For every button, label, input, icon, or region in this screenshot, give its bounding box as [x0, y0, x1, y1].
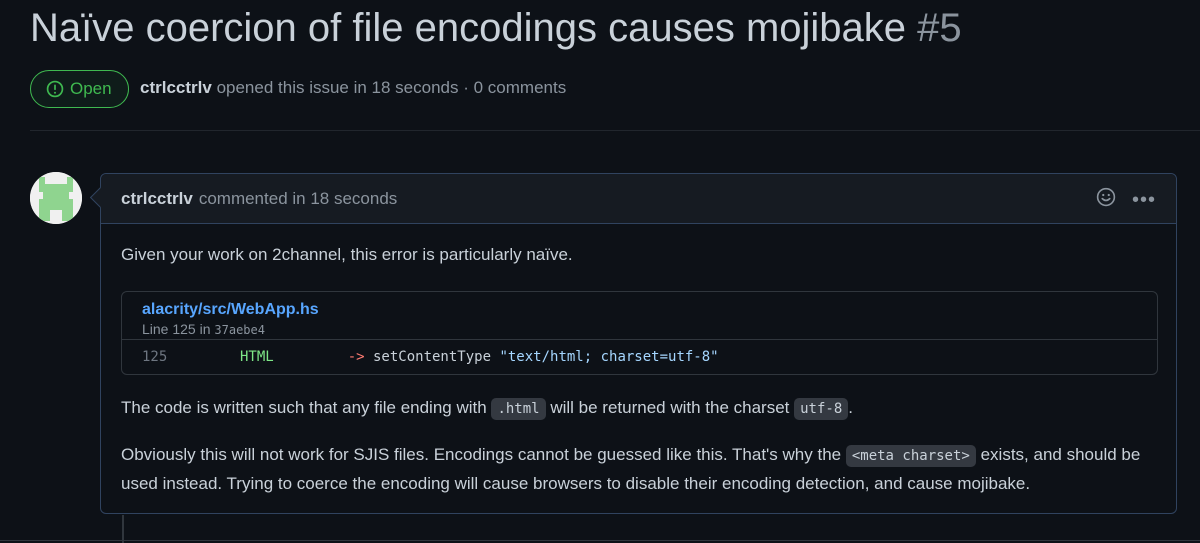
code-token-function: setContentType [364, 348, 500, 365]
smiley-icon[interactable] [1096, 187, 1116, 212]
issue-title-text: Naïve coercion of file encodings causes … [30, 6, 907, 50]
avatar[interactable] [30, 172, 82, 224]
inline-code-meta-charset: <meta charset> [845, 445, 976, 467]
p3-text-a: Obviously this will not work for SJIS fi… [121, 445, 842, 464]
line-number[interactable]: 125 [122, 344, 190, 371]
issue-meta: ctrlcctrlv opened this issue in 18 secon… [140, 78, 566, 98]
avatar-image [30, 172, 82, 224]
state-badge-open: Open [30, 70, 129, 108]
issue-author-link[interactable]: ctrlcctrlv [140, 78, 212, 97]
comment-paragraph-2: The code is written such that any file e… [121, 394, 853, 423]
comment-header: ctrlcctrlv commented in 18 seconds ••• [101, 174, 1176, 224]
bottom-divider [0, 540, 1200, 541]
snippet-line-info: Line 125 in 37aebe4 [142, 320, 1137, 339]
issue-meta-text: opened this issue in 18 seconds · 0 comm… [216, 78, 567, 97]
comment-box: ctrlcctrlv commented in 18 seconds ••• G… [100, 173, 1177, 514]
file-path-link[interactable]: alacrity/src/WebApp.hs [142, 300, 1137, 320]
issue-title: Naïve coercion of file encodings causes … [30, 6, 962, 51]
code-line: 125 HTML -> setContentType "text/html; cha… [122, 340, 1157, 374]
p2-text-c: . [848, 398, 854, 417]
comment-actions: ••• [1096, 187, 1156, 212]
timeline-line [122, 515, 124, 543]
issue-opened-icon [46, 80, 64, 98]
commit-link[interactable]: 37aebe4 [214, 323, 265, 337]
comment-author-link[interactable]: ctrlcctrlv [121, 189, 193, 209]
comment-meta-text: commented in 18 seconds [198, 188, 398, 208]
issue-number: #5 [917, 6, 962, 50]
p2-text-a: The code is written such that any file e… [121, 398, 487, 417]
code-snippet-header: alacrity/src/WebApp.hs Line 125 in 37aeb… [122, 292, 1157, 340]
state-label: Open [70, 79, 112, 98]
comment-paragraph-3: Obviously this will not work for SJIS fi… [121, 441, 1166, 497]
inline-code-html: .html [491, 398, 546, 420]
p2-text-b: will be returned with the charset [550, 398, 790, 417]
code-token-string: "text/html; charset=utf-8" [499, 348, 719, 365]
inline-code-utf8: utf-8 [794, 398, 849, 420]
code-token-type: HTML [240, 348, 274, 365]
code-token-operator: -> [347, 348, 365, 365]
snippet-line-label: Line 125 in [142, 321, 211, 337]
header-divider [30, 130, 1200, 131]
comment-paragraph-1: Given your work on 2channel, this error … [121, 245, 573, 264]
code-snippet: alacrity/src/WebApp.hs Line 125 in 37aeb… [121, 291, 1158, 375]
kebab-horizontal-icon[interactable]: ••• [1132, 190, 1156, 210]
